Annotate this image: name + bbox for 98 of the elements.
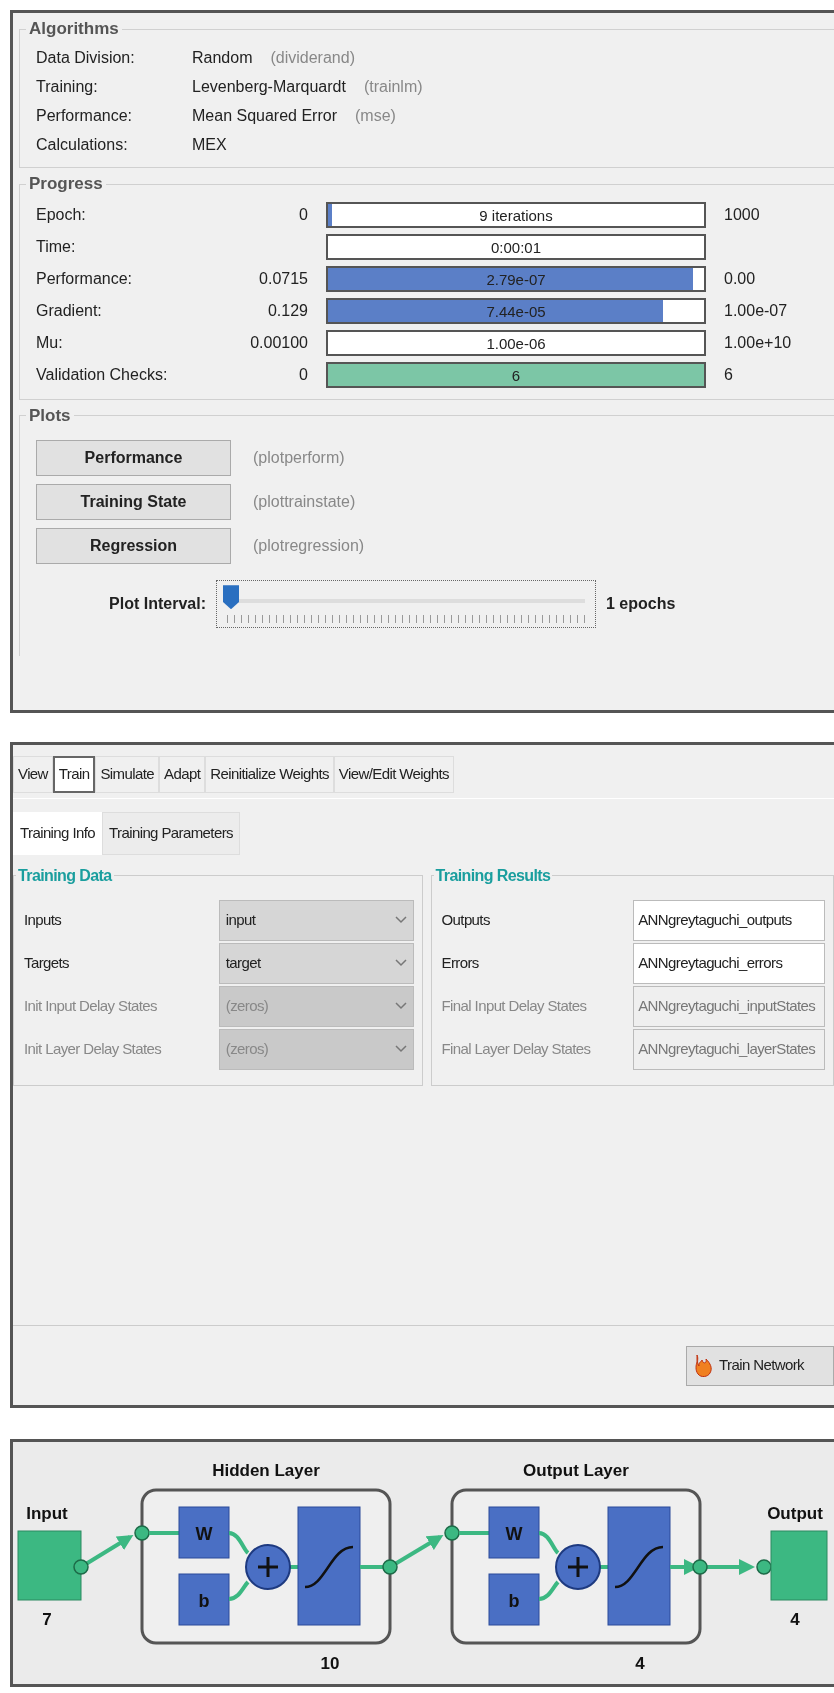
slider-thumb[interactable]: [223, 585, 239, 610]
slider-label: Plot Interval:: [108, 594, 207, 615]
plus-icon: [555, 1544, 601, 1590]
connection-dot: [756, 1559, 772, 1575]
dropdown[interactable]: input: [218, 899, 414, 941]
plot-button[interactable]: Regression: [36, 528, 231, 565]
bias-block: [178, 1573, 230, 1626]
field-label: Init Layer Delay States: [24, 1038, 163, 1059]
text-field[interactable]: ANNgreytaguchi_outputs: [633, 899, 825, 941]
field-label: Data Division:: [36, 47, 136, 68]
group-title: Training Results: [434, 867, 552, 885]
progress-text: 9 iterations: [479, 207, 553, 223]
progress-text: 6: [511, 367, 521, 383]
field-value: MEX: [192, 134, 227, 155]
chevron-down-icon: [394, 916, 407, 925]
field-label: Outputs: [441, 909, 491, 930]
field-value: Levenberg-Marquardt: [192, 76, 346, 97]
train-network-button[interactable]: Train Network: [686, 1345, 834, 1386]
progress-label: Epoch:: [36, 204, 87, 225]
field-label: Performance:: [36, 105, 134, 126]
progress-text: 2.79e-07: [486, 271, 546, 287]
layer-title: Hidden Layer: [212, 1461, 320, 1480]
slider-reading: 1 epochs: [606, 594, 676, 615]
progress-label: Gradient:: [36, 300, 103, 321]
chevron-down-icon: [394, 1002, 407, 1011]
end-value: 1000: [724, 204, 760, 225]
tab[interactable]: Simulate: [95, 756, 160, 793]
output-node: [770, 1530, 828, 1601]
tab[interactable]: View: [13, 756, 53, 793]
node-size: 7: [42, 1610, 52, 1629]
start-value: 0.0715: [258, 268, 309, 289]
bias-symbol: b: [198, 1591, 210, 1611]
field-label: Init Input Delay States: [24, 995, 158, 1016]
plot-button[interactable]: Training State: [36, 484, 231, 521]
field-value: Mean Squared Error: [192, 105, 337, 126]
end-value: 0.00: [724, 268, 756, 289]
progress-label: Mu:: [36, 332, 64, 353]
field-label: Targets: [24, 952, 70, 973]
layer-title: Output Layer: [523, 1461, 629, 1480]
function-name: (plotregression): [253, 536, 365, 557]
field-value: Random: [192, 47, 253, 68]
start-value: 0: [298, 204, 309, 225]
progress-label: Validation Checks:: [36, 364, 169, 385]
bias-block: [488, 1573, 540, 1626]
field-label: Errors: [441, 952, 480, 973]
progress-text: 7.44e-05: [486, 303, 546, 319]
weight-block: [178, 1506, 230, 1559]
tab[interactable]: Adapt: [159, 756, 206, 793]
node-size: 4: [790, 1610, 800, 1629]
text-field[interactable]: ANNgreytaguchi_errors: [633, 942, 825, 984]
group-title: Training Data: [17, 867, 114, 885]
input-node: [17, 1530, 82, 1601]
layer-size: 10: [320, 1654, 340, 1673]
chevron-down-icon: [394, 959, 407, 968]
end-value: 1.00e+10: [724, 332, 792, 353]
start-value: 0.129: [266, 300, 309, 321]
group-title: Progress: [28, 174, 104, 195]
function-name: (plotperform): [253, 448, 345, 469]
end-value: 6: [724, 364, 733, 385]
tab[interactable]: Training Info: [13, 812, 103, 855]
tab[interactable]: Train: [52, 756, 96, 793]
tab[interactable]: Reinitialize Weights: [205, 756, 334, 793]
chevron-down-icon: [394, 1045, 407, 1054]
bias-symbol: b: [508, 1591, 520, 1611]
node-label: Input: [26, 1504, 68, 1523]
flame-icon: [693, 1353, 715, 1378]
weight-symbol: W: [195, 1524, 213, 1544]
function-name: (dividerand): [270, 47, 355, 68]
connector-arrow: [692, 1559, 755, 1575]
group-title: Algorithms: [28, 19, 120, 40]
plus-icon: [245, 1544, 291, 1590]
weight-block: [488, 1506, 540, 1559]
progress-text: 1.00e-06: [486, 335, 546, 351]
progress-label: Performance:: [36, 268, 134, 289]
function-name: (plottrainstate): [253, 492, 356, 513]
connector-arrow: [73, 1534, 134, 1575]
function-name: (trainlm): [363, 76, 423, 97]
field-label: Final Layer Delay States: [441, 1038, 592, 1059]
dropdown[interactable]: target: [218, 942, 414, 984]
plot-button[interactable]: Performance: [36, 440, 231, 477]
weight-symbol: W: [505, 1524, 523, 1544]
slider[interactable]: [216, 580, 596, 629]
function-name: (mse): [354, 105, 396, 126]
node-label: Output: [767, 1504, 823, 1523]
tab[interactable]: View/Edit Weights: [333, 756, 454, 793]
field-label: Final Input Delay States: [441, 995, 588, 1016]
connector-arrow: [382, 1534, 444, 1575]
start-value: 0: [298, 364, 309, 385]
field-label: Calculations:: [36, 134, 129, 155]
field-label: Inputs: [24, 909, 63, 930]
start-value: 0.00100: [249, 332, 309, 353]
end-value: 1.00e-07: [724, 300, 788, 321]
layer-size: 4: [635, 1654, 645, 1673]
progress-text: 0:00:01: [491, 239, 541, 255]
group-title: Plots: [28, 405, 72, 427]
tab[interactable]: Training Parameters: [102, 812, 240, 855]
field-label: Training:: [36, 76, 99, 97]
progress-label: Time:: [36, 236, 77, 257]
